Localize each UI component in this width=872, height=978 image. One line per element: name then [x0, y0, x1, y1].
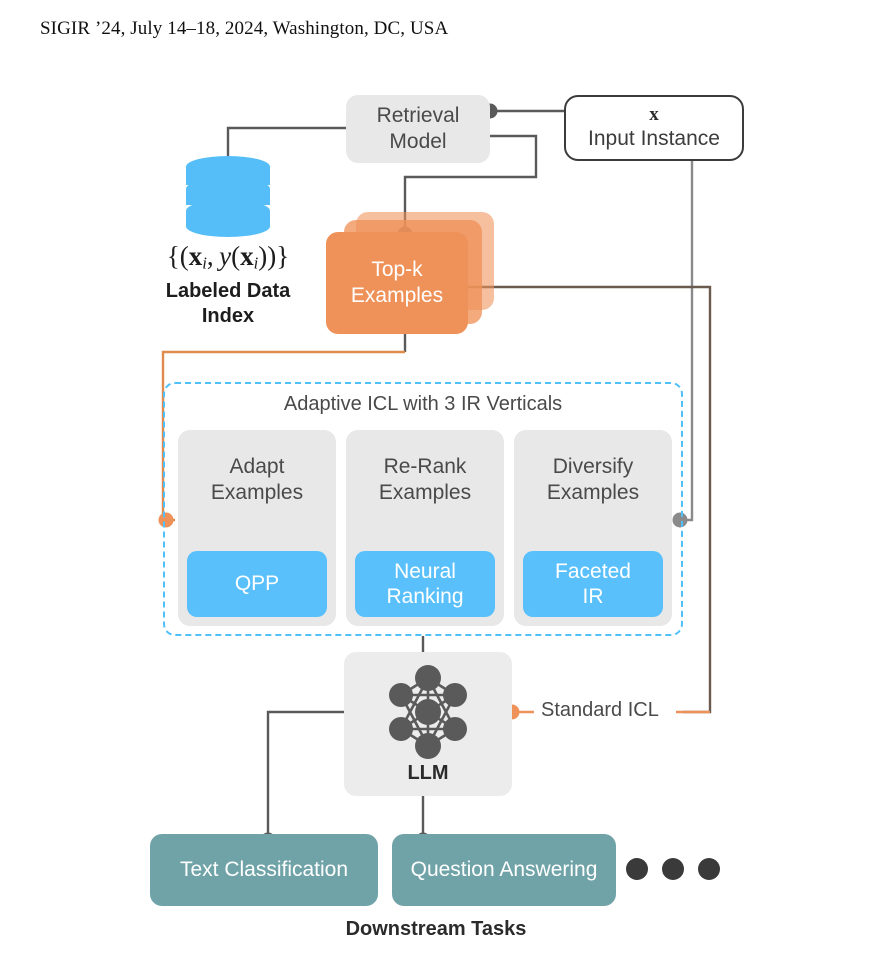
vertical-card-diversify[interactable]: Diversify Examples Faceted IR — [514, 430, 672, 626]
standard-icl-label: Standard ICL — [541, 699, 659, 721]
vertical-card-rerank[interactable]: Re-Rank Examples Neural Ranking — [346, 430, 504, 626]
database-icon — [186, 156, 270, 237]
task-text-classification[interactable]: Text Classification — [150, 834, 378, 906]
pill-neural-ranking[interactable]: Neural Ranking — [355, 551, 495, 617]
topk-label-line1: Top-k — [371, 258, 423, 282]
input-instance-node[interactable]: x Input Instance — [564, 95, 744, 161]
retrieval-model-label-line1: Retrieval — [376, 104, 460, 128]
input-instance-symbol: x — [649, 103, 659, 125]
diversify-title-line1: Diversify — [552, 455, 634, 478]
labeled-data-index-caption: {(xi, y(xi))} Labeled Data Index — [110, 240, 346, 329]
pill-faceted-ir-line2: IR — [582, 585, 604, 608]
pill-faceted-ir-line1: Faceted — [555, 559, 631, 583]
database-bottom-ellipse — [186, 207, 270, 237]
adapt-title-line2: Examples — [210, 480, 304, 504]
downstream-tasks-caption: Downstream Tasks — [345, 918, 527, 940]
vertical-card-adapt[interactable]: Adapt Examples QPP — [178, 430, 336, 626]
labeled-data-caption-line1: Labeled Data — [165, 279, 291, 302]
pill-neural-ranking-line2: Ranking — [386, 585, 464, 608]
topk-examples-label: Top-k Examples — [326, 232, 468, 334]
ellipsis-dot-3 — [698, 858, 720, 880]
rerank-title-line1: Re-Rank — [383, 455, 467, 478]
labeled-data-math: {(xi, y(xi))} — [166, 241, 290, 273]
pill-qpp[interactable]: QPP — [187, 551, 327, 617]
pill-qpp-line1: QPP — [234, 572, 280, 596]
labeled-data-caption-line2: Index — [201, 304, 255, 327]
input-instance-label: Input Instance — [588, 126, 720, 150]
diversify-title-line2: Examples — [546, 480, 640, 504]
retrieval-model-node[interactable]: Retrieval Model — [346, 95, 490, 163]
ellipsis-dot-2 — [662, 858, 684, 880]
task-question-answering-label: Question Answering — [410, 858, 598, 881]
ellipsis-dot-1 — [626, 858, 648, 880]
adapt-title-line1: Adapt — [229, 455, 285, 478]
llm-label: LLM — [407, 762, 449, 784]
rerank-title-line2: Examples — [378, 480, 472, 504]
pill-neural-ranking-line1: Neural — [394, 559, 456, 583]
retrieval-model-label-line2: Model — [389, 130, 447, 153]
pill-faceted-ir[interactable]: Faceted IR — [523, 551, 663, 617]
task-text-classification-label: Text Classification — [179, 858, 349, 881]
adaptive-icl-title: Adaptive ICL with 3 IR Verticals — [283, 393, 563, 415]
neural-network-icon — [389, 665, 467, 759]
task-question-answering[interactable]: Question Answering — [392, 834, 616, 906]
venue-header: SIGIR ’24, July 14–18, 2024, Washington,… — [40, 18, 449, 39]
topk-label-line2: Examples — [350, 284, 444, 307]
ellipsis-indicator — [626, 858, 720, 880]
